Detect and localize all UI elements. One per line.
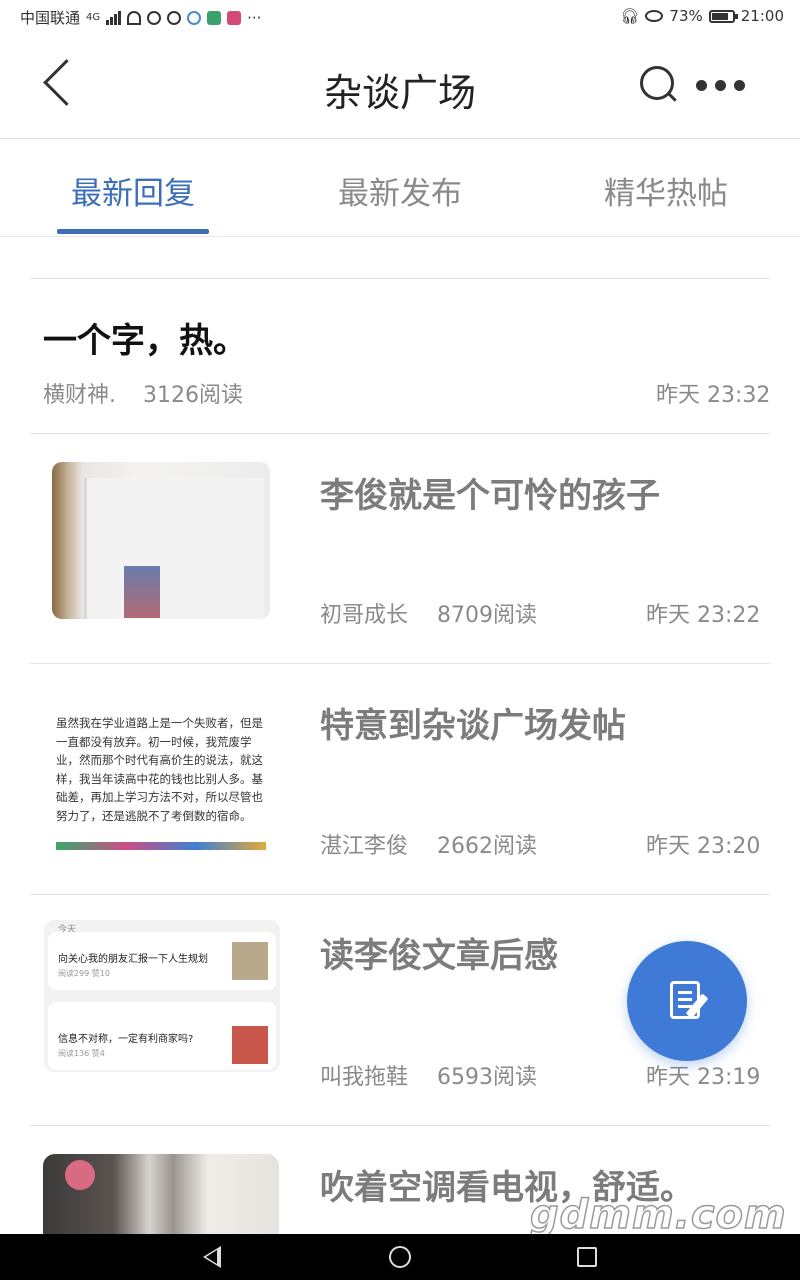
tab-latest-post[interactable]: 最新发布 bbox=[300, 168, 500, 213]
post-time: 昨天 23:19 bbox=[646, 1065, 761, 1090]
battery-percent: 73% bbox=[669, 7, 703, 25]
post-title[interactable]: 读李俊文章后感 bbox=[320, 928, 558, 977]
battery-icon bbox=[708, 9, 738, 23]
wifi-icon bbox=[127, 10, 142, 25]
more-notifications-icon: ··· bbox=[247, 8, 262, 27]
thumbnail-card: 信息不对称，一定有利商家吗? 阅读136 赞4 bbox=[48, 1002, 276, 1070]
tab-bar: 最新回复 最新发布 精华热帖 bbox=[0, 140, 800, 237]
post-title[interactable]: 特意到杂谈广场发帖 bbox=[320, 698, 626, 747]
post-thumbnail[interactable]: 虽然我在学业道路上是一个失败者，但是一直都没有放弃。初一时候，我荒废学业，然而那… bbox=[52, 690, 270, 850]
post-author: 横财神. bbox=[43, 383, 116, 408]
nav-back-icon[interactable] bbox=[203, 1246, 221, 1268]
post-reads: 3126阅读 bbox=[143, 383, 243, 408]
nav-recents-icon[interactable] bbox=[577, 1247, 597, 1267]
clock: 21:00 bbox=[740, 7, 784, 25]
carrier-label: 中国联通 bbox=[20, 9, 81, 27]
divider bbox=[30, 278, 770, 279]
app-header: 杂谈广场 bbox=[0, 34, 800, 139]
compose-button[interactable] bbox=[627, 941, 747, 1061]
tab-latest-reply[interactable]: 最新回复 bbox=[33, 168, 233, 213]
search-icon[interactable] bbox=[638, 64, 680, 108]
active-tab-indicator bbox=[57, 229, 209, 234]
network-label: 4G bbox=[86, 12, 101, 23]
status-right: 🎧︎ 73% 21:00 bbox=[620, 7, 784, 25]
status-left: 中国联通 4G ··· bbox=[20, 7, 261, 28]
post-reads: 2662阅读 bbox=[437, 834, 537, 859]
card-title: 信息不对称，一定有利商家吗? bbox=[58, 1034, 194, 1045]
divider bbox=[30, 433, 770, 434]
divider bbox=[30, 663, 770, 664]
play-icon bbox=[147, 10, 162, 25]
eye-icon bbox=[645, 10, 664, 22]
post-reads: 6593阅读 bbox=[437, 1065, 537, 1090]
card-stats: 阅读136 赞4 bbox=[58, 1049, 105, 1058]
post-title[interactable]: 一个字，热。 bbox=[43, 313, 247, 362]
post-time: 昨天 23:32 bbox=[656, 383, 771, 408]
nav-home-icon[interactable] bbox=[389, 1246, 411, 1268]
system-nav-bar bbox=[0, 1234, 800, 1280]
card-image bbox=[232, 1026, 268, 1064]
app-icon-2 bbox=[207, 10, 222, 25]
card-image bbox=[232, 942, 268, 980]
signal-icon bbox=[106, 10, 122, 25]
headphone-icon: 🎧︎ bbox=[620, 7, 640, 25]
search-icon-handle bbox=[668, 93, 677, 102]
thumbnail-card: 向关心我的朋友汇报一下人生规划 阅读299 赞10 bbox=[48, 932, 276, 990]
thumbnail-poster bbox=[124, 566, 160, 618]
post-author: 湛江李俊 bbox=[320, 834, 409, 859]
divider bbox=[30, 894, 770, 895]
app-icon bbox=[187, 10, 202, 25]
app-icon-3 bbox=[227, 10, 242, 25]
post-time: 昨天 23:22 bbox=[646, 603, 761, 628]
post-thumbnail[interactable] bbox=[43, 1154, 279, 1236]
tab-featured[interactable]: 精华热帖 bbox=[566, 168, 766, 213]
thumbnail-banner bbox=[56, 842, 266, 850]
post-time: 昨天 23:20 bbox=[646, 834, 761, 859]
k-app-icon bbox=[167, 10, 182, 25]
card-title: 向关心我的朋友汇报一下人生规划 bbox=[58, 954, 208, 965]
post-reads: 8709阅读 bbox=[437, 603, 537, 628]
post-author: 初哥成长 bbox=[320, 603, 409, 628]
status-bar: 中国联通 4G ··· 🎧︎ 73% 21:00 bbox=[0, 0, 800, 34]
post-thumbnail[interactable]: 今天 向关心我的朋友汇报一下人生规划 阅读299 赞10 昨天 信息不对称，一定… bbox=[44, 920, 280, 1072]
post-thumbnail[interactable] bbox=[52, 462, 270, 619]
divider bbox=[30, 1125, 770, 1126]
more-icon[interactable] bbox=[696, 74, 756, 96]
thumbnail-text: 虽然我在学业道路上是一个失败者，但是一直都没有放弃。初一时候，我荒废学业，然而那… bbox=[56, 716, 263, 823]
watermark: gdmm.com bbox=[529, 1191, 787, 1239]
thumbnail-lamp bbox=[65, 1160, 95, 1190]
post-title[interactable]: 李俊就是个可怜的孩子 bbox=[320, 468, 660, 517]
page-title: 杂谈广场 bbox=[323, 71, 476, 115]
post-author: 叫我拖鞋 bbox=[320, 1065, 409, 1090]
card-stats: 阅读299 赞10 bbox=[58, 969, 110, 978]
thumbnail-room bbox=[84, 478, 264, 619]
